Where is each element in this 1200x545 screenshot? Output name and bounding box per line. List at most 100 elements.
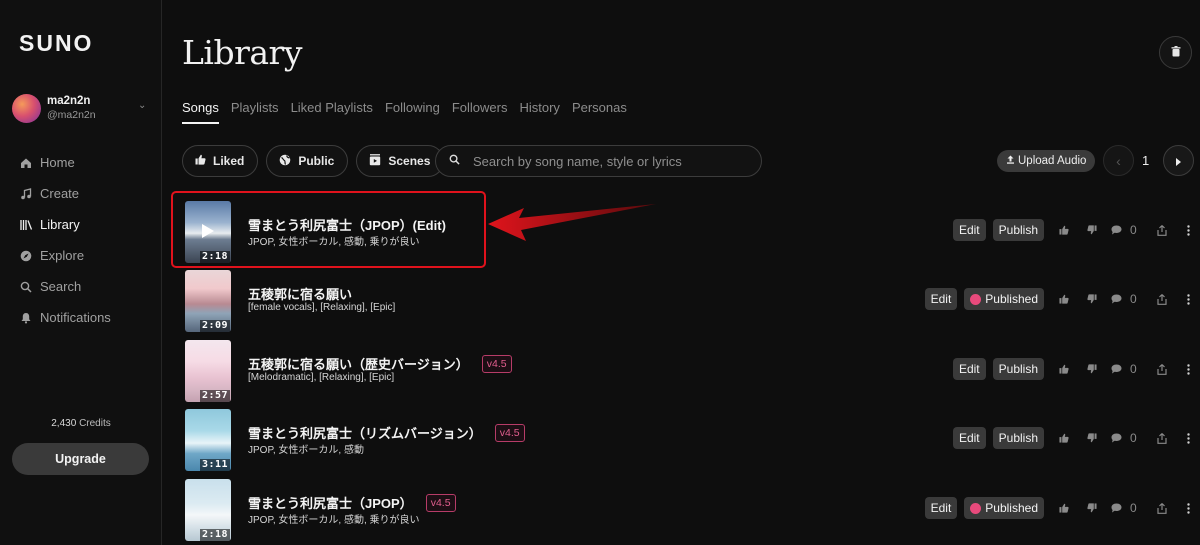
more-options-icon[interactable] [1176,432,1200,444]
trash-button[interactable] [1159,36,1192,69]
song-cover-image[interactable]: 2:57 [185,340,231,402]
sidebar-item-library[interactable]: Library [20,209,111,240]
share-icon[interactable] [1148,502,1176,514]
comment-count: 0 [1130,223,1137,237]
song-duration: 2:18 [200,529,231,541]
credits-display: 2,430 Credits [0,418,162,429]
song-actions: Edit Publish 0 [952,427,1200,449]
publish-button[interactable]: Publish [992,358,1044,380]
more-options-icon[interactable] [1176,363,1200,375]
tab-history[interactable]: History [519,100,559,124]
tab-personas[interactable]: Personas [572,100,627,124]
filter-label: Liked [213,154,245,168]
library-tabs: Songs Playlists Liked Playlists Followin… [182,100,627,124]
like-icon[interactable] [1050,294,1078,304]
sidebar-item-label: Notifications [40,310,111,325]
filter-public-button[interactable]: Public [266,145,349,177]
tab-liked-playlists[interactable]: Liked Playlists [291,100,373,124]
dislike-icon[interactable] [1078,225,1106,235]
song-cover-image[interactable]: 2:18 [185,201,231,263]
tab-playlists[interactable]: Playlists [231,100,279,124]
more-options-icon[interactable] [1176,293,1200,305]
published-button[interactable]: Published [964,497,1044,519]
song-actions: Edit Published 0 [924,497,1200,519]
user-menu[interactable]: ma2n2n @ma2n2n ⌄ [12,94,152,124]
sidebar-item-explore[interactable]: Explore [20,240,111,271]
upload-icon [1006,155,1015,167]
song-search-bar[interactable] [435,145,762,177]
tab-songs[interactable]: Songs [182,100,219,124]
song-cover-image[interactable]: 2:09 [185,270,231,332]
edit-button[interactable]: Edit [924,288,958,310]
suno-logo[interactable]: SUNO [19,30,93,57]
edit-button[interactable]: Edit [952,358,986,380]
comment-icon[interactable] [1106,433,1126,443]
sidebar-item-search[interactable]: Search [20,271,111,302]
filter-liked-button[interactable]: Liked [182,145,259,177]
sidebar-item-home[interactable]: Home [20,147,111,178]
song-row[interactable]: 3:11 雪まとう利尻富士（リズムバージョン） v4.5 JPOP, 女性ボーカル, … [172,406,1200,474]
credits-label: Credits [79,418,111,429]
song-row[interactable]: 2:18 雪まとう利尻富士（JPOP） v4.5 JPOP, 女性ボーカル, 感動, … [172,476,1200,544]
comment-icon[interactable] [1106,503,1126,513]
comment-icon[interactable] [1106,364,1126,374]
publish-button[interactable]: Publish [992,427,1044,449]
share-icon[interactable] [1148,432,1176,444]
comment-icon[interactable] [1106,294,1126,304]
sidebar-item-notifications[interactable]: Notifications [20,302,111,333]
edit-button[interactable]: Edit [952,427,986,449]
song-row[interactable]: 2:57 五稜郭に宿る願い（歴史バージョン） v4.5 [Melodramatic],… [172,337,1200,405]
dislike-icon[interactable] [1078,433,1106,443]
play-icon[interactable] [202,224,214,238]
share-icon[interactable] [1148,293,1176,305]
song-actions: Edit Publish 0 [952,219,1200,241]
song-duration: 2:18 [200,251,231,263]
song-cover-image[interactable]: 3:11 [185,409,231,471]
dislike-icon[interactable] [1078,503,1106,513]
search-input[interactable] [473,153,753,169]
publish-label: Published [985,501,1038,515]
version-badge: v4.5 [494,423,525,442]
like-icon[interactable] [1050,433,1078,443]
published-button[interactable]: Published [964,288,1044,310]
song-title[interactable]: 雪まとう利尻富士（リズムバージョン） [248,423,482,442]
upgrade-button[interactable]: Upgrade [12,443,149,475]
song-title[interactable]: 雪まとう利尻富士（JPOP） [248,493,413,512]
previous-page-button[interactable]: ‹ [1103,145,1134,176]
song-row[interactable]: 2:18 雪まとう利尻富士（JPOP）(Edit) JPOP, 女性ボーカル, 感動… [172,198,1200,266]
song-row[interactable]: 2:09 五稜郭に宿る願い [female vocals], [Relaxing],… [172,267,1200,335]
like-icon[interactable] [1050,364,1078,374]
dislike-icon[interactable] [1078,294,1106,304]
tab-following[interactable]: Following [385,100,440,124]
chevron-down-icon[interactable]: ⌄ [138,100,146,111]
song-actions: Edit Publish 0 [952,358,1200,380]
song-cover-image[interactable]: 2:18 [185,479,231,541]
edit-button[interactable]: Edit [924,497,958,519]
next-page-button[interactable] [1163,145,1194,176]
dislike-icon[interactable] [1078,364,1106,374]
like-icon[interactable] [1050,225,1078,235]
upload-audio-button[interactable]: Upload Audio [997,150,1096,172]
trash-icon [1171,44,1181,62]
song-title[interactable]: 五稜郭に宿る願い（歴史バージョン） [248,354,469,373]
share-icon[interactable] [1148,224,1176,236]
song-duration: 3:11 [200,459,231,471]
like-icon[interactable] [1050,503,1078,513]
filter-scenes-button[interactable]: Scenes [356,145,445,177]
comment-icon[interactable] [1106,225,1126,235]
scenes-icon [369,153,381,169]
song-title[interactable]: 五稜郭に宿る願い [248,284,352,303]
library-icon [20,219,40,231]
publish-label: Published [985,292,1038,306]
sidebar-item-label: Search [40,279,82,294]
share-icon[interactable] [1148,363,1176,375]
edit-button[interactable]: Edit [952,219,986,241]
song-title[interactable]: 雪まとう利尻富士（JPOP）(Edit) [248,215,446,234]
filter-label: Scenes [388,154,431,168]
tab-followers[interactable]: Followers [452,100,508,124]
sidebar-item-create[interactable]: Create [20,178,111,209]
more-options-icon[interactable] [1176,502,1200,514]
comment-count: 0 [1130,362,1137,376]
publish-button[interactable]: Publish [992,219,1044,241]
more-options-icon[interactable] [1176,224,1200,236]
